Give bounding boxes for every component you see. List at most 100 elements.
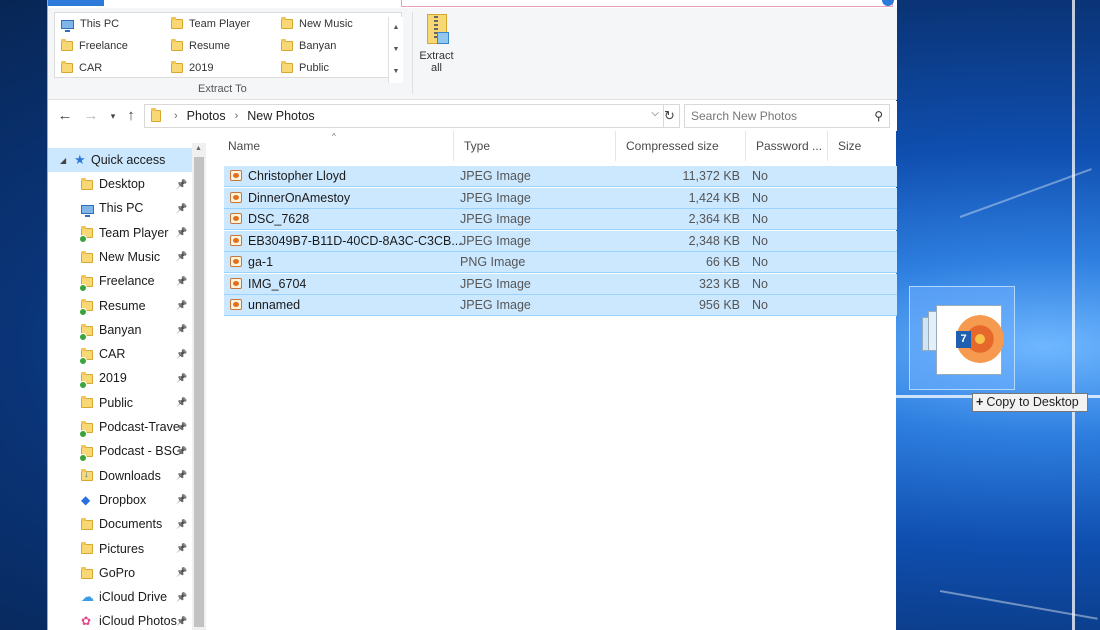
pin-icon[interactable]: 📌 bbox=[176, 519, 187, 530]
chevron-down-icon[interactable]: ⌵ bbox=[651, 108, 659, 119]
gallery-item[interactable]: Team Player bbox=[171, 14, 250, 34]
sidebar-item-this-pc[interactable]: This PC 📌 bbox=[48, 196, 194, 220]
gallery-item[interactable]: CAR bbox=[61, 58, 102, 78]
gallery-item[interactable]: Resume bbox=[171, 36, 230, 56]
scrollbar-thumb[interactable] bbox=[194, 157, 204, 627]
sidebar-item-quick-access[interactable]: ◢ ★ Quick access bbox=[48, 148, 206, 172]
pin-icon[interactable]: 📌 bbox=[176, 543, 187, 554]
sidebar-item-icloud-photos[interactable]: ✿ iCloud Photos 📌 bbox=[48, 609, 194, 630]
pin-icon[interactable]: 📌 bbox=[176, 616, 187, 627]
file-row[interactable]: ga-1 PNG Image 66 KB No bbox=[224, 252, 897, 273]
forward-arrow-icon[interactable]: → bbox=[82, 107, 100, 125]
refresh-icon[interactable]: ↻ bbox=[660, 104, 680, 128]
column-header-name[interactable]: Name ^ bbox=[218, 131, 454, 161]
sidebar-item-podcast-trave[interactable]: Podcast-Trave 📌 bbox=[48, 415, 194, 439]
sidebar-item-pictures[interactable]: Pictures 📌 bbox=[48, 537, 194, 561]
sync-check-icon bbox=[79, 332, 87, 341]
column-header-compressed-size[interactable]: Compressed size bbox=[616, 131, 746, 161]
sidebar-item-resume[interactable]: Resume 📌 bbox=[48, 294, 194, 318]
pin-icon[interactable]: 📌 bbox=[176, 494, 187, 505]
file-row[interactable]: Christopher Lloyd JPEG Image 11,372 KB No bbox=[224, 166, 897, 187]
folder-icon bbox=[79, 444, 93, 462]
pin-icon[interactable]: 📌 bbox=[176, 592, 187, 603]
column-header-size[interactable]: Size bbox=[828, 131, 888, 161]
back-arrow-icon[interactable]: ← bbox=[56, 107, 74, 125]
chevron-up-icon[interactable]: ▲ bbox=[389, 17, 403, 39]
up-arrow-icon[interactable]: ↑ bbox=[122, 107, 140, 125]
compressed-folder-tools-tab[interactable] bbox=[401, 0, 893, 7]
sidebar-item-downloads[interactable]: ↓ Downloads 📌 bbox=[48, 464, 194, 488]
sidebar-item-freelance[interactable]: Freelance 📌 bbox=[48, 269, 194, 293]
sidebar-item-podcast-bsg[interactable]: Podcast - BSG 📌 bbox=[48, 439, 194, 463]
gallery-scroller[interactable]: ▲ ▼ ▼ bbox=[388, 17, 403, 83]
pin-icon[interactable]: 📌 bbox=[176, 567, 187, 578]
pin-icon[interactable]: 📌 bbox=[176, 446, 187, 457]
sidebar-item-desktop[interactable]: Desktop 📌 bbox=[48, 172, 194, 196]
dropbox-icon: ◆ bbox=[81, 492, 91, 507]
recent-locations-chevron-icon[interactable]: ▾ bbox=[104, 107, 122, 125]
file-row[interactable]: DSC_7628 JPEG Image 2,364 KB No bbox=[224, 209, 897, 230]
file-tab[interactable] bbox=[48, 0, 104, 6]
gallery-item[interactable]: 2019 bbox=[171, 58, 213, 78]
gallery-item[interactable]: New Music bbox=[281, 14, 353, 34]
file-type: JPEG Image bbox=[460, 190, 531, 205]
scroll-up-icon[interactable]: ▲ bbox=[195, 145, 202, 152]
folder-icon bbox=[281, 39, 293, 51]
sidebar-item-2019[interactable]: 2019 📌 bbox=[48, 366, 194, 390]
folder-icon bbox=[79, 299, 93, 317]
folder-icon bbox=[81, 566, 93, 580]
sidebar-item-car[interactable]: CAR 📌 bbox=[48, 342, 194, 366]
image-file-icon bbox=[230, 213, 242, 224]
gallery-item[interactable]: Public bbox=[281, 58, 329, 78]
pin-icon[interactable]: 📌 bbox=[176, 373, 187, 384]
sidebar-item-public[interactable]: Public 📌 bbox=[48, 391, 194, 415]
gallery-item[interactable]: Freelance bbox=[61, 36, 128, 56]
file-row[interactable]: unnamed JPEG Image 956 KB No bbox=[224, 295, 897, 316]
image-file-icon bbox=[230, 191, 242, 203]
image-file-icon bbox=[230, 234, 242, 246]
pin-icon[interactable]: 📌 bbox=[176, 276, 187, 287]
column-header-password[interactable]: Password ... bbox=[746, 131, 828, 161]
downloads-icon: ↓ bbox=[81, 469, 93, 483]
sidebar-item-new-music[interactable]: New Music 📌 bbox=[48, 245, 194, 269]
sidebar-scrollbar[interactable]: ▲ bbox=[192, 143, 206, 630]
file-compressed-size: 66 KB bbox=[705, 255, 740, 269]
pin-icon[interactable]: 📌 bbox=[176, 349, 187, 360]
folder-icon bbox=[79, 323, 93, 341]
sidebar-item-gopro[interactable]: GoPro 📌 bbox=[48, 561, 194, 585]
copy-to-desktop-tooltip: + Copy to Desktop bbox=[972, 393, 1088, 412]
sidebar-item-icloud-drive[interactable]: ☁ iCloud Drive 📌 bbox=[48, 585, 194, 609]
file-password: No bbox=[752, 255, 768, 269]
column-header-type[interactable]: Type bbox=[454, 131, 616, 161]
pin-icon[interactable]: 📌 bbox=[176, 470, 187, 481]
sidebar-item-dropbox[interactable]: ◆ Dropbox 📌 bbox=[48, 488, 194, 512]
pin-icon[interactable]: 📌 bbox=[176, 179, 187, 190]
collapse-arrow-icon[interactable]: ◢ bbox=[60, 156, 66, 165]
sync-check-icon bbox=[79, 283, 87, 292]
file-row[interactable]: DinnerOnAmestoy JPEG Image 1,424 KB No bbox=[224, 187, 897, 209]
folder-icon bbox=[79, 274, 93, 292]
file-row[interactable]: IMG_6704 JPEG Image 323 KB No bbox=[224, 273, 897, 295]
sidebar-item-banyan[interactable]: Banyan 📌 bbox=[48, 318, 194, 342]
pin-icon[interactable]: 📌 bbox=[176, 324, 187, 335]
this-pc-icon bbox=[61, 19, 74, 32]
gallery-item[interactable]: This PC bbox=[61, 14, 119, 34]
pin-icon[interactable]: 📌 bbox=[176, 251, 187, 262]
file-password: No bbox=[752, 169, 768, 183]
sidebar-item-team-player[interactable]: Team Player 📌 bbox=[48, 221, 194, 245]
pin-icon[interactable]: 📌 bbox=[176, 300, 187, 311]
more-icon[interactable]: ▼ bbox=[389, 61, 403, 83]
gallery-item[interactable]: Banyan bbox=[281, 36, 336, 56]
search-input[interactable]: Search New Photos ⚲ bbox=[684, 104, 890, 128]
chevron-down-icon[interactable]: ▼ bbox=[389, 39, 403, 61]
breadcrumb-new-photos[interactable]: New Photos bbox=[247, 109, 314, 123]
file-row[interactable]: EB3049B7-B11D-40CD-8A3C-C3CB... JPEG Imag… bbox=[224, 230, 897, 252]
pin-icon[interactable]: 📌 bbox=[176, 203, 187, 214]
breadcrumb-photos[interactable]: Photos bbox=[187, 109, 226, 123]
pin-icon[interactable]: 📌 bbox=[176, 227, 187, 238]
sidebar-item-documents[interactable]: Documents 📌 bbox=[48, 512, 194, 536]
pin-icon[interactable]: 📌 bbox=[176, 422, 187, 433]
pin-icon[interactable]: 📌 bbox=[176, 397, 187, 408]
address-bar[interactable]: › Photos › New Photos ⌵ bbox=[144, 104, 664, 128]
extract-all-button[interactable]: Extract all bbox=[414, 12, 459, 82]
